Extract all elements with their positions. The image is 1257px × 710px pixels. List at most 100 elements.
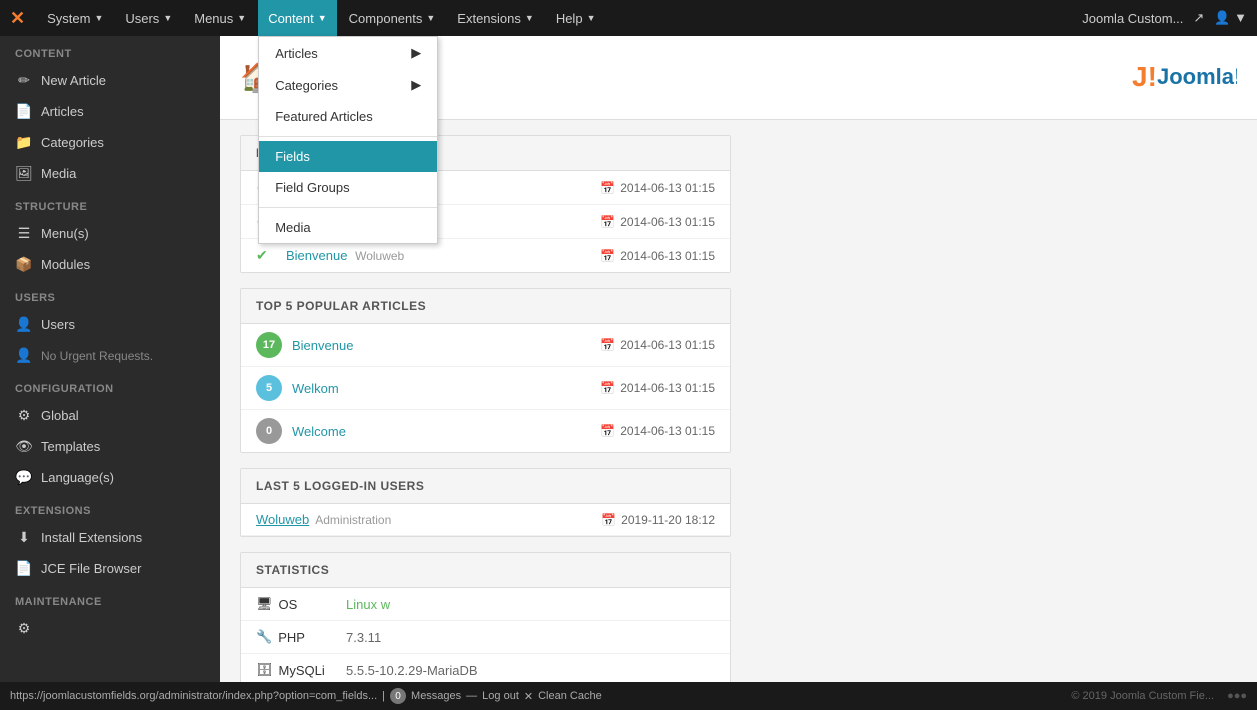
dropdown-media[interactable]: Media — [259, 212, 437, 243]
footer-left: https://joomlacustomfields.org/administr… — [10, 688, 1056, 704]
monitor-icon: 🖥 — [256, 596, 273, 612]
nav-system[interactable]: System ▼ — [37, 0, 113, 36]
sidebar-item-modules[interactable]: 📦 Modules — [0, 249, 220, 280]
dropdown-categories[interactable]: Categories ▶ — [259, 69, 437, 101]
sidebar: CONTENT ✏ New Article 📄 Articles 📁 Categ… — [0, 36, 220, 710]
sidebar-item-maintenance[interactable]: ⚙ — [0, 613, 220, 644]
sidebar-label-categories: Categories — [41, 135, 104, 150]
cal-icon-u1: 📅 — [601, 513, 616, 527]
footer-indicator: ●●● — [1227, 690, 1247, 702]
sidebar-label-languages: Language(s) — [41, 470, 114, 485]
sidebar-item-media[interactable]: 🖼 Media — [0, 158, 220, 189]
footer-clean-cache[interactable]: Clean Cache — [538, 690, 602, 702]
nav-components-label: Components — [349, 11, 423, 26]
popular-article-link-1[interactable]: Bienvenue — [292, 338, 353, 353]
sidebar-label-new-article: New Article — [41, 73, 106, 88]
sidebar-label-templates: Templates — [41, 439, 100, 454]
featured-article-date-text-1: 2014-06-13 01:15 — [620, 181, 715, 195]
featured-article-link-3[interactable]: Bienvenue — [286, 248, 347, 263]
sidebar-item-articles[interactable]: 📄 Articles — [0, 96, 220, 127]
sidebar-item-no-urgent: 👤 No Urgent Requests. — [0, 340, 220, 371]
nav-components[interactable]: Components ▼ — [339, 0, 446, 36]
nav-content[interactable]: Content ▼ Articles ▶ Categories ▶ Featur… — [258, 0, 336, 36]
user-link-1[interactable]: Woluweb — [256, 512, 309, 527]
nav-content-caret: ▼ — [318, 13, 327, 23]
user-icon[interactable]: 👤 ▼ — [1214, 10, 1247, 26]
nav-system-label: System — [47, 11, 90, 26]
popular-article-title-3: Welcome — [292, 424, 346, 439]
php-icon: 🔧 — [256, 629, 272, 645]
popular-article-link-3[interactable]: Welcome — [292, 424, 346, 439]
db-icon: 🗄 — [256, 662, 273, 678]
sidebar-section-content: CONTENT — [0, 36, 220, 65]
top-navbar: ✕ System ▼ Users ▼ Menus ▼ Content ▼ Art… — [0, 0, 1257, 36]
sidebar-label-articles: Articles — [41, 104, 84, 119]
footer-separator-2: — — [466, 690, 477, 702]
sidebar-item-install-extensions[interactable]: ⬇ Install Extensions — [0, 522, 220, 553]
sidebar-label-jce: JCE File Browser — [41, 561, 141, 576]
nav-extensions[interactable]: Extensions ▼ — [447, 0, 544, 36]
nav-users-caret: ▼ — [163, 13, 172, 23]
joomla-logo: J! Joomla! — [1097, 51, 1237, 104]
statistics-heading: STATISTICS — [241, 553, 730, 588]
sidebar-item-global[interactable]: ⚙ Global — [0, 400, 220, 431]
nav-help[interactable]: Help ▼ — [546, 0, 606, 36]
footer-separator-1: | — [382, 690, 385, 702]
nav-menus-caret: ▼ — [237, 13, 246, 23]
popular-article-date-text-2: 2014-06-13 01:15 — [620, 381, 715, 395]
popular-article-row-3: 0 Welcome 📅 2014-06-13 01:15 — [241, 410, 730, 452]
sidebar-item-categories[interactable]: 📁 Categories — [0, 127, 220, 158]
sidebar-item-menus[interactable]: ☰ Menu(s) — [0, 218, 220, 249]
footer-logout[interactable]: Log out — [482, 690, 519, 702]
featured-article-date-3: 📅 2014-06-13 01:15 — [600, 249, 715, 263]
popular-badge-1: 17 — [256, 332, 282, 358]
sidebar-item-templates[interactable]: 👁 Templates — [0, 431, 220, 462]
sidebar-section-maintenance: MAINTENANCE — [0, 584, 220, 613]
user-date-text-1: 2019-11-20 18:12 — [621, 513, 715, 527]
dropdown-field-groups-label: Field Groups — [275, 180, 349, 195]
sidebar-item-jce[interactable]: 📄 JCE File Browser — [0, 553, 220, 584]
sidebar-section-configuration: CONFIGURATION — [0, 371, 220, 400]
logged-in-users-panel: LAST 5 LOGGED-IN USERS Woluweb Administr… — [240, 468, 731, 537]
user-role-1: Administration — [315, 513, 391, 527]
nav-menus[interactable]: Menus ▼ — [184, 0, 256, 36]
popular-article-link-2[interactable]: Welkom — [292, 381, 339, 396]
navbar-brand[interactable]: ✕ — [10, 8, 25, 29]
col-right — [746, 135, 1237, 703]
dropdown-field-groups[interactable]: Field Groups — [259, 172, 437, 203]
joomla-x-icon: ✕ — [10, 8, 25, 29]
footer-copyright: © 2019 Joomla Custom Fie... — [1071, 690, 1214, 702]
sidebar-label-modules: Modules — [41, 257, 90, 272]
dropdown-media-label: Media — [275, 220, 310, 235]
featured-article-date-text-2: 2014-06-13 01:15 — [620, 215, 715, 229]
sidebar-item-users[interactable]: 👤 Users — [0, 309, 220, 340]
popular-article-date-1: 📅 2014-06-13 01:15 — [600, 338, 715, 352]
sidebar-label-install-extensions: Install Extensions — [41, 530, 142, 545]
media-icon: 🖼 — [15, 165, 33, 182]
cal-icon-3: 📅 — [600, 249, 615, 263]
dropdown-categories-arrow: ▶ — [411, 77, 421, 93]
cal-icon-p2: 📅 — [600, 381, 615, 395]
site-title[interactable]: Joomla Custom... — [1082, 11, 1183, 26]
footer-messages[interactable]: Messages — [411, 690, 461, 702]
urgent-icon: 👤 — [15, 347, 33, 364]
modules-icon: 📦 — [15, 256, 33, 273]
dropdown-articles[interactable]: Articles ▶ — [259, 37, 437, 69]
dropdown-featured-articles[interactable]: Featured Articles — [259, 101, 437, 132]
footer-separator-3: ✕ — [524, 690, 533, 703]
sidebar-item-languages[interactable]: 💬 Language(s) — [0, 462, 220, 493]
nav-menus-label: Menus — [194, 11, 233, 26]
navbar-left: ✕ System ▼ Users ▼ Menus ▼ Content ▼ Art… — [10, 0, 605, 36]
svg-text:J!: J! — [1132, 61, 1157, 92]
popular-article-date-text-3: 2014-06-13 01:15 — [620, 424, 715, 438]
status-check-3: ✔ — [256, 247, 276, 264]
stats-os-value: Linux w — [346, 597, 390, 612]
global-icon: ⚙ — [15, 407, 33, 424]
stats-php-row: 🔧 PHP 7.3.11 — [241, 621, 730, 654]
content-dropdown: Articles ▶ Categories ▶ Featured Article… — [258, 36, 438, 244]
dropdown-articles-arrow: ▶ — [411, 45, 421, 61]
dropdown-articles-label: Articles — [275, 46, 318, 61]
sidebar-item-new-article[interactable]: ✏ New Article — [0, 65, 220, 96]
nav-users[interactable]: Users ▼ — [115, 0, 182, 36]
dropdown-fields[interactable]: Fields — [259, 141, 437, 172]
